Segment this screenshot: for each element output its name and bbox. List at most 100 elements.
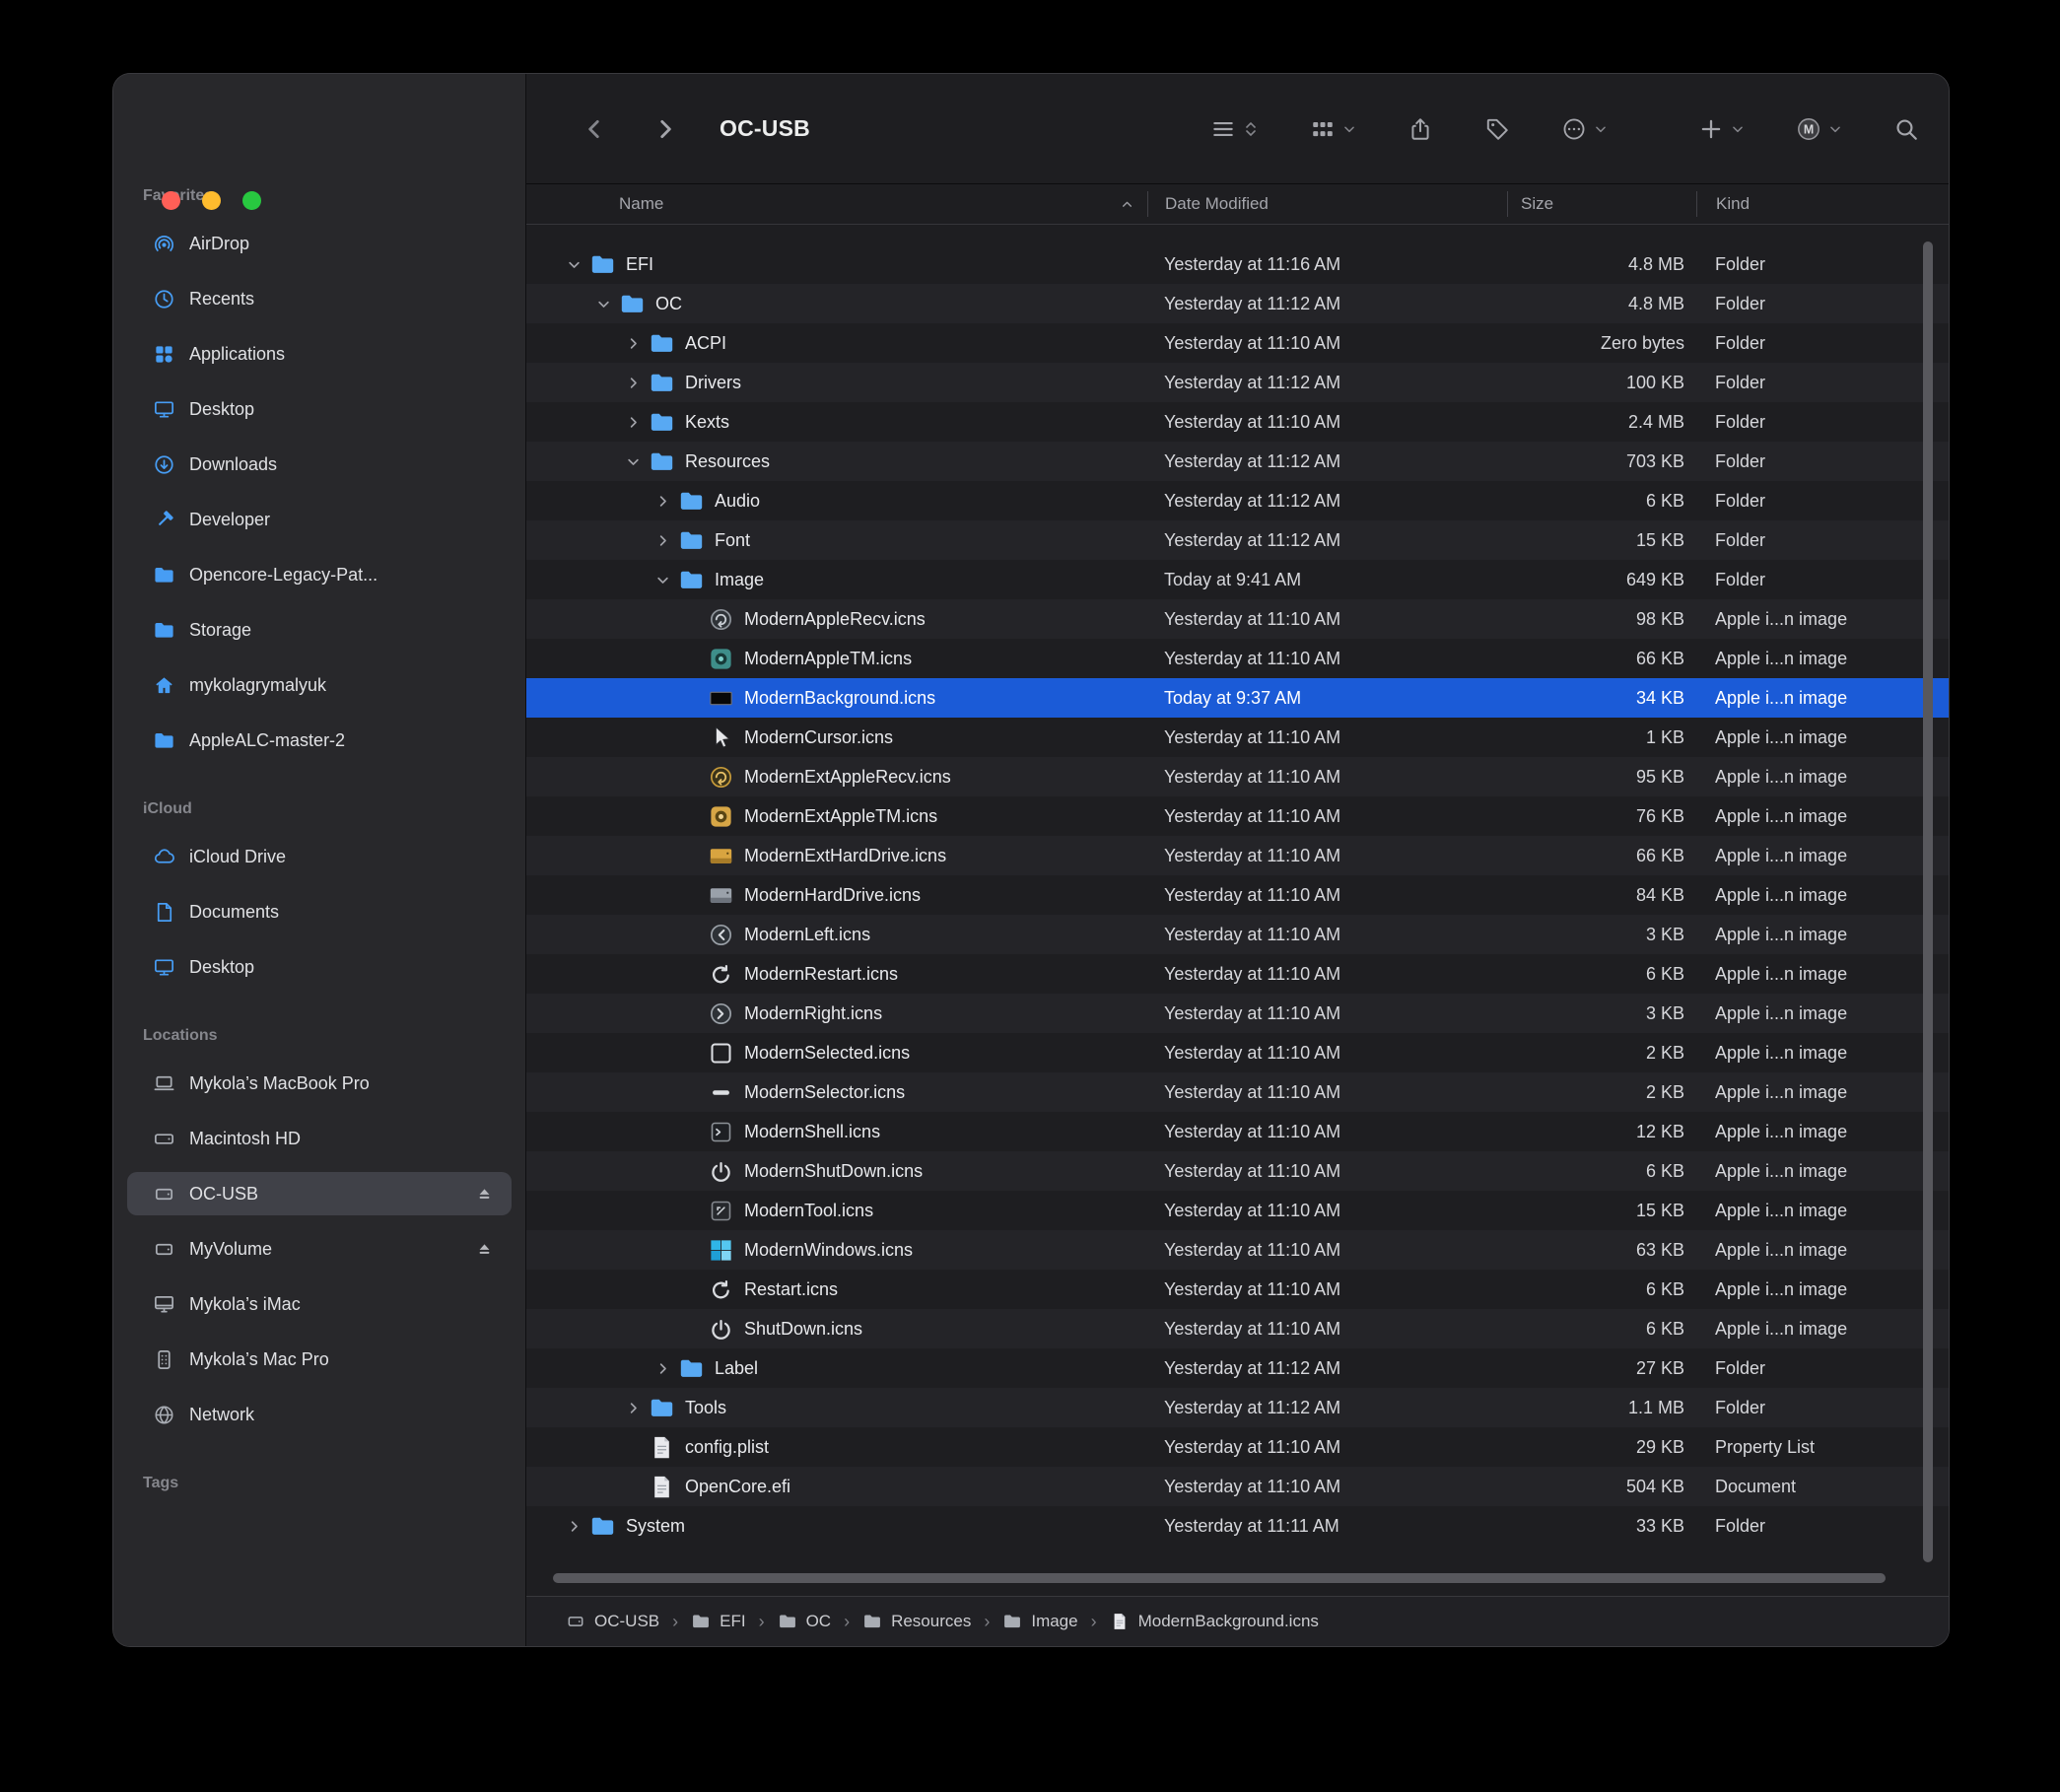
zoom-window-button[interactable] [242,191,261,210]
file-row-system[interactable]: System Yesterday at 11:11 AM 33 KB Folde… [526,1506,1949,1546]
file-row-oc[interactable]: OC Yesterday at 11:12 AM 4.8 MB Folder [526,284,1949,323]
sidebar-item-mykolagrymalyuk[interactable]: mykolagrymalyuk [127,663,512,707]
sidebar-item-developer[interactable]: Developer [127,498,512,541]
disclosure-open-icon[interactable] [562,252,585,276]
path-item-efi[interactable]: EFI [691,1612,745,1631]
sidebar-item-applealc-master-2[interactable]: AppleALC-master-2 [127,719,512,762]
file-date-modified: Yesterday at 11:10 AM [1147,649,1507,669]
disclosure-closed-icon[interactable] [621,331,645,355]
file-name: ModernBackground.icns [744,688,935,709]
file-row-modernright-icns[interactable]: ModernRight.icns Yesterday at 11:10 AM 3… [526,994,1949,1033]
sidebar-item-desktop[interactable]: Desktop [127,387,512,431]
file-row-audio[interactable]: Audio Yesterday at 11:12 AM 6 KB Folder [526,481,1949,520]
file-row-modernappletm-icns[interactable]: ModernAppleTM.icns Yesterday at 11:10 AM… [526,639,1949,678]
file-row-modernleft-icns[interactable]: ModernLeft.icns Yesterday at 11:10 AM 3 … [526,915,1949,954]
disclosure-closed-icon[interactable] [651,528,674,552]
file-row-font[interactable]: Font Yesterday at 11:12 AM 15 KB Folder [526,520,1949,560]
file-row-modernbackground-icns[interactable]: ModernBackground.icns Today at 9:37 AM 3… [526,678,1949,718]
disclosure-closed-icon[interactable] [621,410,645,434]
sidebar-item-myvolume[interactable]: MyVolume [127,1227,512,1271]
file-row-modernharddrive-icns[interactable]: ModernHardDrive.icns Yesterday at 11:10 … [526,875,1949,915]
column-header-kind[interactable]: Kind [1696,191,1949,217]
sidebar-item-desktop[interactable]: Desktop [127,945,512,989]
group-by-button[interactable] [1310,116,1356,142]
file-row-tools[interactable]: Tools Yesterday at 11:12 AM 1.1 MB Folde… [526,1388,1949,1427]
column-header-name[interactable]: Name [526,191,1147,217]
column-header-size[interactable]: Size [1507,191,1696,217]
eject-icon[interactable] [475,1240,494,1259]
sidebar-item-airdrop[interactable]: AirDrop [127,222,512,265]
file-kind: Apple i...n image [1696,1122,1949,1142]
sidebar-item-opencore-legacy-pat[interactable]: Opencore-Legacy-Pat... [127,553,512,596]
sidebar-item-applications[interactable]: Applications [127,332,512,376]
file-size: 95 KB [1507,767,1696,788]
file-date-modified: Yesterday at 11:10 AM [1147,1043,1507,1064]
file-row-modernextappletm-icns[interactable]: ModernExtAppleTM.icns Yesterday at 11:10… [526,796,1949,836]
eject-icon[interactable] [475,1185,494,1204]
sidebar-item-documents[interactable]: Documents [127,890,512,933]
horizontal-scrollbar[interactable] [553,1573,1886,1583]
file-row-acpi[interactable]: ACPI Yesterday at 11:10 AM Zero bytes Fo… [526,323,1949,363]
file-row-resources[interactable]: Resources Yesterday at 11:12 AM 703 KB F… [526,442,1949,481]
sidebar-item-mykola-s-mac-pro[interactable]: Mykola’s Mac Pro [127,1338,512,1381]
forward-button[interactable] [652,116,678,142]
sidebar-item-network[interactable]: Network [127,1393,512,1436]
sidebar-item-macintosh-hd[interactable]: Macintosh HD [127,1117,512,1160]
file-row-drivers[interactable]: Drivers Yesterday at 11:12 AM 100 KB Fol… [526,363,1949,402]
share-button[interactable] [1408,116,1433,142]
minimize-window-button[interactable] [202,191,221,210]
tags-button[interactable] [1484,116,1510,142]
close-window-button[interactable] [162,191,180,210]
disclosure-closed-icon[interactable] [562,1514,585,1538]
path-item-modernbackground-icns[interactable]: ModernBackground.icns [1110,1612,1319,1631]
sidebar-item-icloud-drive[interactable]: iCloud Drive [127,835,512,878]
disclosure-closed-icon[interactable] [651,489,674,513]
path-item-image[interactable]: Image [1002,1612,1077,1631]
file-row-modernrestart-icns[interactable]: ModernRestart.icns Yesterday at 11:10 AM… [526,954,1949,994]
account-button[interactable]: M [1796,116,1842,142]
disclosure-open-icon[interactable] [621,449,645,473]
back-button[interactable] [582,116,607,142]
file-row-shutdown-icns[interactable]: ShutDown.icns Yesterday at 11:10 AM 6 KB… [526,1309,1949,1348]
file-row-opencore-efi[interactable]: OpenCore.efi Yesterday at 11:10 AM 504 K… [526,1467,1949,1506]
more-actions-button[interactable] [1561,116,1608,142]
file-row-modernextapplerecv-icns[interactable]: ModernExtAppleRecv.icns Yesterday at 11:… [526,757,1949,796]
disclosure-closed-icon[interactable] [621,371,645,394]
file-row-efi[interactable]: EFI Yesterday at 11:16 AM 4.8 MB Folder [526,244,1949,284]
file-row-config-plist[interactable]: config.plist Yesterday at 11:10 AM 29 KB… [526,1427,1949,1467]
file-row-image[interactable]: Image Today at 9:41 AM 649 KB Folder [526,560,1949,599]
file-row-modernselector-icns[interactable]: ModernSelector.icns Yesterday at 11:10 A… [526,1072,1949,1112]
sidebar-item-label: Desktop [189,399,254,420]
sidebar-item-oc-usb[interactable]: OC-USB [127,1172,512,1215]
path-item-oc[interactable]: OC [778,1612,832,1631]
file-row-modernapplerecv-icns[interactable]: ModernAppleRecv.icns Yesterday at 11:10 … [526,599,1949,639]
path-item-resources[interactable]: Resources [862,1612,971,1631]
file-row-kexts[interactable]: Kexts Yesterday at 11:10 AM 2.4 MB Folde… [526,402,1949,442]
disclosure-closed-icon[interactable] [621,1396,645,1419]
file-row-modernextharddrive-icns[interactable]: ModernExtHardDrive.icns Yesterday at 11:… [526,836,1949,875]
file-row-restart-icns[interactable]: Restart.icns Yesterday at 11:10 AM 6 KB … [526,1270,1949,1309]
sidebar-item-recents[interactable]: Recents [127,277,512,320]
file-row-modernselected-icns[interactable]: ModernSelected.icns Yesterday at 11:10 A… [526,1033,1949,1072]
file-row-moderntool-icns[interactable]: ModernTool.icns Yesterday at 11:10 AM 15… [526,1191,1949,1230]
column-header-date-modified[interactable]: Date Modified [1147,191,1507,217]
vertical-scrollbar[interactable] [1923,241,1933,1562]
disclosure-open-icon[interactable] [651,568,674,591]
view-options-button[interactable] [1210,116,1259,142]
new-item-button[interactable] [1698,116,1745,142]
file-row-modernwindows-icns[interactable]: ModernWindows.icns Yesterday at 11:10 AM… [526,1230,1949,1270]
disclosure-closed-icon[interactable] [651,1356,674,1380]
disclosure-open-icon[interactable] [591,292,615,315]
search-button[interactable] [1893,116,1919,142]
sidebar-item-mykola-s-imac[interactable]: Mykola’s iMac [127,1282,512,1326]
mac-pro-icon [153,1348,175,1371]
file-size: 33 KB [1507,1516,1696,1537]
file-row-modernshell-icns[interactable]: ModernShell.icns Yesterday at 11:10 AM 1… [526,1112,1949,1151]
file-row-modernshutdown-icns[interactable]: ModernShutDown.icns Yesterday at 11:10 A… [526,1151,1949,1191]
sidebar-item-downloads[interactable]: Downloads [127,443,512,486]
file-row-label[interactable]: Label Yesterday at 11:12 AM 27 KB Folder [526,1348,1949,1388]
sidebar-item-storage[interactable]: Storage [127,608,512,652]
path-item-oc-usb[interactable]: OC-USB [566,1612,659,1631]
sidebar-item-mykola-s-macbook-pro[interactable]: Mykola’s MacBook Pro [127,1062,512,1105]
file-row-moderncursor-icns[interactable]: ModernCursor.icns Yesterday at 11:10 AM … [526,718,1949,757]
